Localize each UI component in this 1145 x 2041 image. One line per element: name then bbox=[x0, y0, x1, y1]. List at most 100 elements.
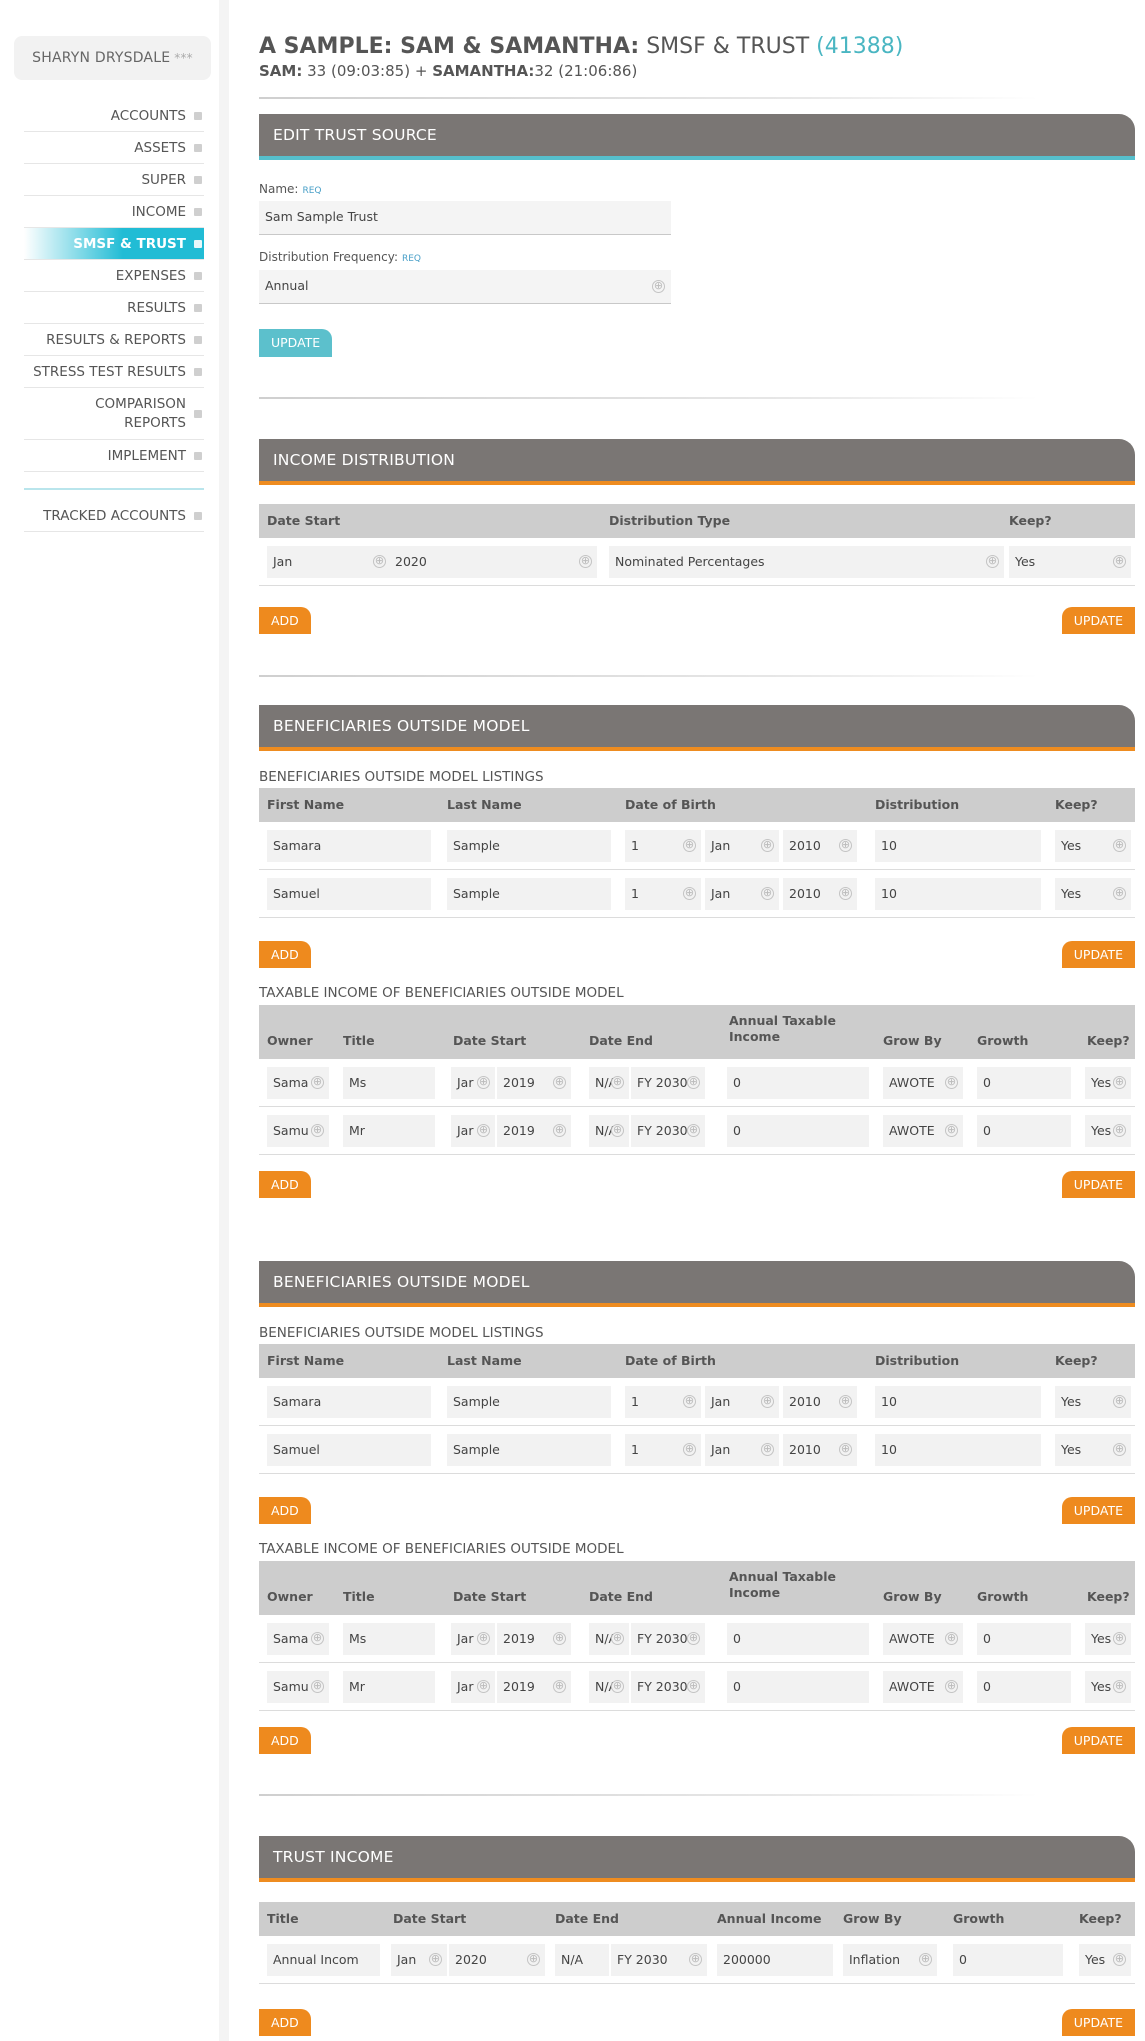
first-name-input[interactable]: Samuel bbox=[267, 1434, 431, 1466]
dob-year-select[interactable]: 2010 ⊕ bbox=[783, 830, 857, 862]
end-month-select[interactable]: N/A ⊕ bbox=[589, 1115, 629, 1147]
dob-day-select[interactable]: 1 ⊕ bbox=[625, 1434, 701, 1466]
distribution-input[interactable]: 10 bbox=[875, 1386, 1041, 1418]
growth-input[interactable]: 0 bbox=[953, 1944, 1063, 1976]
end-year-select[interactable]: FY 2030 ⊕ bbox=[631, 1671, 705, 1703]
add-taxable-income-button[interactable]: ADD bbox=[259, 1171, 311, 1198]
start-year-select[interactable]: 2020 ⊕ bbox=[449, 1944, 545, 1976]
end-month-select[interactable]: N/A ⊕ bbox=[589, 1623, 629, 1655]
title-select[interactable]: Ms bbox=[343, 1067, 435, 1099]
distribution-input[interactable]: 10 bbox=[875, 830, 1041, 862]
grow-by-select[interactable]: AWOTE ⊕ bbox=[883, 1115, 963, 1147]
last-name-input[interactable]: Sample bbox=[447, 830, 611, 862]
sidebar-item-tracked-accounts[interactable]: TRACKED ACCOUNTS bbox=[24, 500, 204, 532]
title-select[interactable]: Mr bbox=[343, 1115, 435, 1147]
taxable-income-input[interactable]: 0 bbox=[727, 1671, 869, 1703]
sidebar-item-comparison-reports[interactable]: COMPARISON REPORTS bbox=[24, 388, 204, 440]
grow-by-select[interactable]: AWOTE ⊕ bbox=[883, 1671, 963, 1703]
keep-select[interactable]: Yes ⊕ bbox=[1085, 1671, 1131, 1703]
keep-select[interactable]: Yes ⊕ bbox=[1055, 1434, 1131, 1466]
keep-select[interactable]: Yes ⊕ bbox=[1085, 1623, 1131, 1655]
end-year-select[interactable]: FY 2030 ⊕ bbox=[611, 1944, 707, 1976]
growth-input[interactable]: 0 bbox=[977, 1671, 1071, 1703]
title-select[interactable]: Ms bbox=[343, 1623, 435, 1655]
sidebar-item-super[interactable]: SUPER bbox=[24, 164, 204, 196]
update-beneficiary-button[interactable]: UPDATE bbox=[1061, 1497, 1135, 1524]
end-year-select[interactable]: FY 2030 ⊕ bbox=[631, 1115, 705, 1147]
first-name-input[interactable]: Samara bbox=[267, 1386, 431, 1418]
end-year-select[interactable]: FY 2030 ⊕ bbox=[631, 1067, 705, 1099]
title-select[interactable]: Mr bbox=[343, 1671, 435, 1703]
update-distribution-button[interactable]: UPDATE bbox=[1061, 607, 1135, 634]
user-menu[interactable]: SHARYN DRYSDALE *** bbox=[14, 36, 211, 80]
update-taxable-income-button[interactable]: UPDATE bbox=[1061, 1727, 1135, 1754]
dob-day-select[interactable]: 1 ⊕ bbox=[625, 878, 701, 910]
owner-select[interactable]: Samu ⊕ bbox=[267, 1115, 329, 1147]
add-beneficiary-button[interactable]: ADD bbox=[259, 1497, 311, 1524]
dob-day-select[interactable]: 1 ⊕ bbox=[625, 830, 701, 862]
grow-by-select[interactable]: Inflation ⊕ bbox=[843, 1944, 937, 1976]
add-taxable-income-button[interactable]: ADD bbox=[259, 1727, 311, 1754]
dob-month-select[interactable]: Jan ⊕ bbox=[705, 1434, 779, 1466]
distribution-type-select[interactable]: Nominated Percentages ⊕ bbox=[609, 546, 1004, 578]
owner-select[interactable]: Sama ⊕ bbox=[267, 1623, 329, 1655]
end-month-select[interactable]: N/A bbox=[555, 1944, 609, 1976]
start-year-select[interactable]: 2019 ⊕ bbox=[497, 1623, 571, 1655]
add-beneficiary-button[interactable]: ADD bbox=[259, 941, 311, 968]
sidebar-item-implement[interactable]: IMPLEMENT bbox=[24, 440, 204, 472]
dob-year-select[interactable]: 2010 ⊕ bbox=[783, 1434, 857, 1466]
start-year-select[interactable]: 2019 ⊕ bbox=[497, 1115, 571, 1147]
first-name-input[interactable]: Samara bbox=[267, 830, 431, 862]
first-name-input[interactable]: Samuel bbox=[267, 878, 431, 910]
keep-select[interactable]: Yes ⊕ bbox=[1055, 1386, 1131, 1418]
update-taxable-income-button[interactable]: UPDATE bbox=[1061, 1171, 1135, 1198]
sidebar-item-assets[interactable]: ASSETS bbox=[24, 132, 204, 164]
title-input[interactable]: Annual Incom bbox=[267, 1944, 380, 1976]
add-trust-income-button[interactable]: ADD bbox=[259, 2009, 311, 2036]
growth-input[interactable]: 0 bbox=[977, 1115, 1071, 1147]
update-beneficiary-button[interactable]: UPDATE bbox=[1061, 941, 1135, 968]
keep-select[interactable]: Yes ⊕ bbox=[1079, 1944, 1131, 1976]
owner-select[interactable]: Samu ⊕ bbox=[267, 1671, 329, 1703]
distribution-input[interactable]: 10 bbox=[875, 1434, 1041, 1466]
growth-input[interactable]: 0 bbox=[977, 1067, 1071, 1099]
sidebar-item-smsf-trust[interactable]: SMSF & TRUST bbox=[24, 228, 204, 260]
keep-select[interactable]: Yes ⊕ bbox=[1085, 1067, 1131, 1099]
dob-year-select[interactable]: 2010 ⊕ bbox=[783, 1386, 857, 1418]
keep-select[interactable]: Yes ⊕ bbox=[1009, 546, 1131, 578]
grow-by-select[interactable]: AWOTE ⊕ bbox=[883, 1067, 963, 1099]
start-month-select[interactable]: Jar ⊕ bbox=[451, 1067, 495, 1099]
end-month-select[interactable]: N/A ⊕ bbox=[589, 1067, 629, 1099]
keep-select[interactable]: Yes ⊕ bbox=[1055, 878, 1131, 910]
update-trust-income-button[interactable]: UPDATE bbox=[1061, 2009, 1135, 2036]
last-name-input[interactable]: Sample bbox=[447, 878, 611, 910]
sidebar-item-results[interactable]: RESULTS bbox=[24, 292, 204, 324]
start-month-select[interactable]: Jar ⊕ bbox=[451, 1671, 495, 1703]
last-name-input[interactable]: Sample bbox=[447, 1386, 611, 1418]
grow-by-select[interactable]: AWOTE ⊕ bbox=[883, 1623, 963, 1655]
start-month-select[interactable]: Jan ⊕ bbox=[391, 1944, 447, 1976]
start-month-select[interactable]: Jar ⊕ bbox=[451, 1623, 495, 1655]
start-year-select[interactable]: 2020 ⊕ bbox=[389, 546, 597, 578]
sidebar-item-results-reports[interactable]: RESULTS & REPORTS bbox=[24, 324, 204, 356]
dob-year-select[interactable]: 2010 ⊕ bbox=[783, 878, 857, 910]
sidebar-item-stress-test-results[interactable]: STRESS TEST RESULTS bbox=[24, 356, 204, 388]
annual-income-input[interactable]: 200000 bbox=[717, 1944, 833, 1976]
growth-input[interactable]: 0 bbox=[977, 1623, 1071, 1655]
taxable-income-input[interactable]: 0 bbox=[727, 1115, 869, 1147]
start-month-select[interactable]: Jan ⊕ bbox=[267, 546, 391, 578]
distribution-input[interactable]: 10 bbox=[875, 878, 1041, 910]
sidebar-item-income[interactable]: INCOME bbox=[24, 196, 204, 228]
update-trust-button[interactable]: UPDATE bbox=[259, 329, 333, 357]
start-month-select[interactable]: Jar ⊕ bbox=[451, 1115, 495, 1147]
start-year-select[interactable]: 2019 ⊕ bbox=[497, 1067, 571, 1099]
distribution-frequency-select[interactable]: Annual ⊕ bbox=[259, 270, 671, 304]
sidebar-item-accounts[interactable]: ACCOUNTS bbox=[24, 100, 204, 132]
start-year-select[interactable]: 2019 ⊕ bbox=[497, 1671, 571, 1703]
keep-select[interactable]: Yes ⊕ bbox=[1085, 1115, 1131, 1147]
dob-month-select[interactable]: Jan ⊕ bbox=[705, 830, 779, 862]
taxable-income-input[interactable]: 0 bbox=[727, 1067, 869, 1099]
end-month-select[interactable]: N/A ⊕ bbox=[589, 1671, 629, 1703]
trust-name-input[interactable]: Sam Sample Trust bbox=[259, 201, 671, 235]
dob-month-select[interactable]: Jan ⊕ bbox=[705, 878, 779, 910]
